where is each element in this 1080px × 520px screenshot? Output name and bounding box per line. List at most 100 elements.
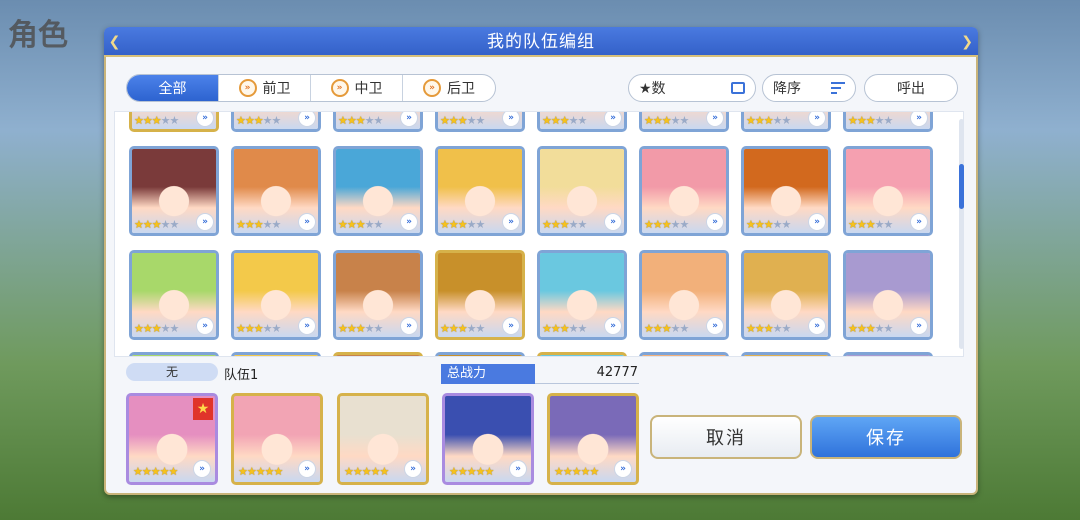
back-position-icon: »	[423, 79, 441, 97]
cancel-button[interactable]: 取消	[650, 415, 802, 459]
star-rating-icon: ★★★★★	[542, 322, 587, 335]
position-chevron-icon: »	[604, 317, 622, 335]
roster-bottom-partial-card[interactable]: ★★★★★»	[537, 352, 627, 356]
position-chevron-icon: »	[196, 213, 214, 231]
grid-scrollbar[interactable]	[959, 119, 964, 349]
roster-card[interactable]: ★★★★★ »	[333, 146, 423, 236]
roster-card[interactable]: ★★★★★ »	[231, 250, 321, 340]
tab-all-label: 全部	[158, 81, 187, 97]
position-chevron-icon: »	[400, 317, 418, 335]
roster-top-partial-card[interactable]: ★★★★★»	[537, 112, 627, 132]
roster-bottom-partial-card[interactable]: ★★★★★»	[231, 352, 321, 356]
roster-card[interactable]: ★★★★★ »	[537, 146, 627, 236]
character-portrait	[132, 355, 216, 356]
roster-top-partial-card[interactable]: ★★★★★»	[741, 112, 831, 132]
star-rating-icon: ★★★★★	[440, 218, 485, 231]
roster-bottom-partial-card[interactable]: ★★★★★»	[435, 352, 525, 356]
roster-card[interactable]: ★★★★★ »	[639, 146, 729, 236]
star-rating-icon: ★★★★★	[440, 114, 485, 127]
team-member-slot[interactable]: ★★★★★ »	[231, 393, 323, 485]
star-rating-icon: ★★★★★	[746, 218, 791, 231]
roster-top-partial-card[interactable]: ★★★★★»	[843, 112, 933, 132]
background-title: 角色	[8, 18, 68, 53]
roster-bottom-partial-card[interactable]: ★★★★★»	[333, 352, 423, 356]
star-rating-icon: ★★★★★	[542, 218, 587, 231]
roster-card[interactable]: ★★★★★ »	[537, 250, 627, 340]
roster-bottom-partial-card[interactable]: ★★★★★»	[129, 352, 219, 356]
position-chevron-icon: »	[808, 317, 826, 335]
roster-top-partial-card[interactable]: ★★★★★»	[435, 112, 525, 132]
dialog-header: ❮ 我的队伍编组 ❯	[104, 27, 978, 57]
roster-card[interactable]: ★★★★★ »	[231, 146, 321, 236]
roster-top-partial-card[interactable]: ★★★★★»	[639, 112, 729, 132]
team-badge: 无	[126, 363, 218, 381]
star-rating-icon: ★★★★★	[848, 218, 893, 231]
total-power-underline	[535, 383, 639, 384]
sort-order-label: 降序	[773, 81, 801, 97]
star-rating-icon: ★★★★★	[338, 322, 383, 335]
team-member-slot[interactable]: ★★★★★ » ★	[126, 393, 218, 485]
front-position-icon: »	[238, 79, 257, 97]
star-rating-icon: ★★★★★	[134, 322, 179, 335]
position-chevron-icon: »	[614, 460, 632, 478]
roster-top-partial-card[interactable]: ★★★★★»	[231, 112, 321, 132]
position-chevron-icon: »	[400, 213, 418, 231]
roster-bottom-partial-card[interactable]: ★★★★★»	[843, 352, 933, 356]
team-member-slot[interactable]: ★★★★★ »	[442, 393, 534, 485]
sort-key-selector[interactable]: ★数	[628, 74, 756, 102]
grid-scroll-thumb[interactable]	[959, 164, 964, 209]
position-chevron-icon: »	[706, 317, 724, 335]
star-rating-icon: ★★★★★	[338, 218, 383, 231]
sort-order-icon	[831, 82, 845, 94]
middle-position-icon: »	[330, 79, 349, 97]
star-rating-icon: ★★★★★	[449, 465, 494, 478]
star-rating-icon: ★★★★★	[236, 114, 281, 127]
roster-card[interactable]: ★★★★★ »	[129, 146, 219, 236]
star-rating-icon: ★★★★★	[238, 465, 283, 478]
roster-bottom-partial-card[interactable]: ★★★★★»	[741, 352, 831, 356]
sort-order-button[interactable]: 降序	[762, 74, 856, 102]
position-chevron-icon: »	[196, 317, 214, 335]
star-rating-icon: ★★★★★	[746, 114, 791, 127]
star-rating-icon: ★★★★★	[644, 322, 689, 335]
tab-middle[interactable]: » 中卫	[311, 75, 403, 101]
total-power-label: 总战力	[441, 364, 535, 384]
star-rating-icon: ★★★★★	[644, 218, 689, 231]
roster-card[interactable]: ★★★★★ »	[435, 250, 525, 340]
star-rating-icon: ★★★★★	[133, 465, 178, 478]
tab-back[interactable]: » 后卫	[403, 75, 495, 101]
roster-top-partial-card[interactable]: ★★★★★»	[129, 112, 219, 132]
roster-card[interactable]: ★★★★★ »	[435, 146, 525, 236]
character-portrait	[540, 355, 624, 356]
sort-key-toggle-icon	[731, 82, 745, 94]
position-chevron-icon: »	[910, 317, 928, 335]
team-name[interactable]: 队伍1	[224, 364, 258, 383]
star-rating-icon: ★★★★★	[134, 218, 179, 231]
star-rating-icon: ★★★★★	[542, 114, 587, 127]
roster-card[interactable]: ★★★★★ »	[333, 250, 423, 340]
position-chevron-icon: »	[706, 213, 724, 231]
roster-bottom-partial-card[interactable]: ★★★★★»	[639, 352, 729, 356]
star-rating-icon: ★★★★★	[236, 218, 281, 231]
character-grid[interactable]: ★★★★★ » ★★★★★ » ★★★★★ » ★★★★★ » ★★★★★ » ★★★★★ » ★★★★…	[114, 111, 964, 357]
save-button[interactable]: 保存	[810, 415, 962, 459]
roster-card[interactable]: ★★★★★ »	[741, 250, 831, 340]
team-member-slot[interactable]: ★★★★★ »	[337, 393, 429, 485]
tab-all[interactable]: 全部	[127, 75, 219, 101]
position-filter: 全部 » 前卫 » 中卫 » 后卫	[126, 74, 496, 102]
roster-card[interactable]: ★★★★★ »	[843, 146, 933, 236]
call-button[interactable]: 呼出	[864, 74, 958, 102]
star-rating-icon: ★★★★★	[236, 322, 281, 335]
position-chevron-icon: »	[808, 213, 826, 231]
character-portrait	[438, 355, 522, 356]
roster-top-partial-card[interactable]: ★★★★★»	[333, 112, 423, 132]
star-rating-icon: ★★★★★	[440, 322, 485, 335]
roster-card[interactable]: ★★★★★ »	[129, 250, 219, 340]
team-member-slot[interactable]: ★★★★★ »	[547, 393, 639, 485]
roster-card[interactable]: ★★★★★ »	[741, 146, 831, 236]
tab-front[interactable]: » 前卫	[219, 75, 311, 101]
dialog-title: 我的队伍编组	[487, 32, 595, 52]
roster-card[interactable]: ★★★★★ »	[843, 250, 933, 340]
roster-card[interactable]: ★★★★★ »	[639, 250, 729, 340]
character-portrait	[642, 355, 726, 356]
